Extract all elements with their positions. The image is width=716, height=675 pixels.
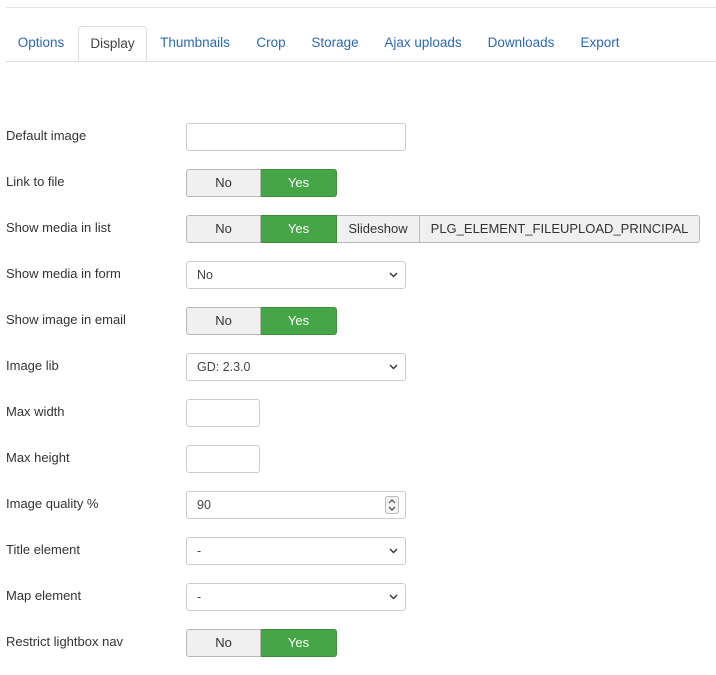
chevron-down-icon (389, 548, 398, 554)
show-media-in-list-yes-button[interactable]: Yes (261, 215, 337, 243)
top-divider (6, 7, 716, 8)
show-media-in-list-label: Show media in list (6, 220, 111, 235)
image-quality-value: 90 (197, 498, 211, 512)
show-image-in-email-yes-button[interactable]: Yes (261, 307, 337, 335)
tab-export[interactable]: Export (567, 26, 633, 60)
tab-bar: Options Display Thumbnails Crop Storage … (6, 26, 716, 62)
show-image-in-email-label: Show image in email (6, 312, 126, 327)
restrict-lightbox-nav-toggle: No Yes (186, 629, 337, 657)
max-width-input[interactable] (186, 399, 260, 427)
title-element-label: Title element (6, 542, 80, 557)
show-media-in-list-no-button[interactable]: No (186, 215, 261, 243)
show-media-in-list-principal-button[interactable]: PLG_ELEMENT_FILEUPLOAD_PRINCIPAL (420, 215, 700, 243)
restrict-lightbox-nav-yes-button[interactable]: Yes (261, 629, 337, 657)
show-media-in-form-value: No (197, 268, 213, 282)
max-height-label: Max height (6, 450, 70, 465)
restrict-lightbox-nav-label: Restrict lightbox nav (6, 634, 124, 649)
image-quality-input[interactable]: 90 (186, 491, 406, 519)
show-media-in-list-toggle: No Yes Slideshow PLG_ELEMENT_FILEUPLOAD_… (186, 215, 700, 243)
tab-options[interactable]: Options (6, 26, 76, 60)
map-element-select[interactable]: - (186, 583, 406, 611)
image-lib-select[interactable]: GD: 2.3.0 (186, 353, 406, 381)
chevron-down-icon (389, 594, 398, 600)
number-spinner-icon[interactable] (385, 496, 399, 514)
show-image-in-email-toggle: No Yes (186, 307, 337, 335)
default-image-input[interactable] (186, 123, 406, 151)
show-media-in-form-select[interactable]: No (186, 261, 406, 289)
max-width-label: Max width (6, 404, 65, 419)
show-media-in-form-label: Show media in form (6, 266, 121, 281)
link-to-file-label: Link to file (6, 174, 65, 189)
show-media-in-list-slideshow-button[interactable]: Slideshow (337, 215, 420, 243)
tab-storage[interactable]: Storage (301, 26, 369, 60)
image-quality-label: Image quality % (6, 496, 99, 511)
image-lib-value: GD: 2.3.0 (197, 360, 251, 374)
tab-thumbnails[interactable]: Thumbnails (149, 26, 241, 60)
map-element-value: - (197, 590, 202, 604)
link-to-file-toggle: No Yes (186, 169, 337, 197)
default-image-label: Default image (6, 128, 87, 143)
tab-display[interactable]: Display (78, 26, 147, 61)
link-to-file-yes-button[interactable]: Yes (261, 169, 337, 197)
title-element-value: - (197, 544, 202, 558)
map-element-label: Map element (6, 588, 82, 603)
restrict-lightbox-nav-no-button[interactable]: No (186, 629, 261, 657)
tab-ajax-uploads[interactable]: Ajax uploads (371, 26, 475, 60)
image-lib-label: Image lib (6, 358, 59, 373)
tab-downloads[interactable]: Downloads (477, 26, 565, 60)
title-element-select[interactable]: - (186, 537, 406, 565)
chevron-down-icon (389, 272, 398, 278)
tab-crop[interactable]: Crop (243, 26, 299, 60)
chevron-down-icon (389, 364, 398, 370)
show-image-in-email-no-button[interactable]: No (186, 307, 261, 335)
max-height-input[interactable] (186, 445, 260, 473)
link-to-file-no-button[interactable]: No (186, 169, 261, 197)
